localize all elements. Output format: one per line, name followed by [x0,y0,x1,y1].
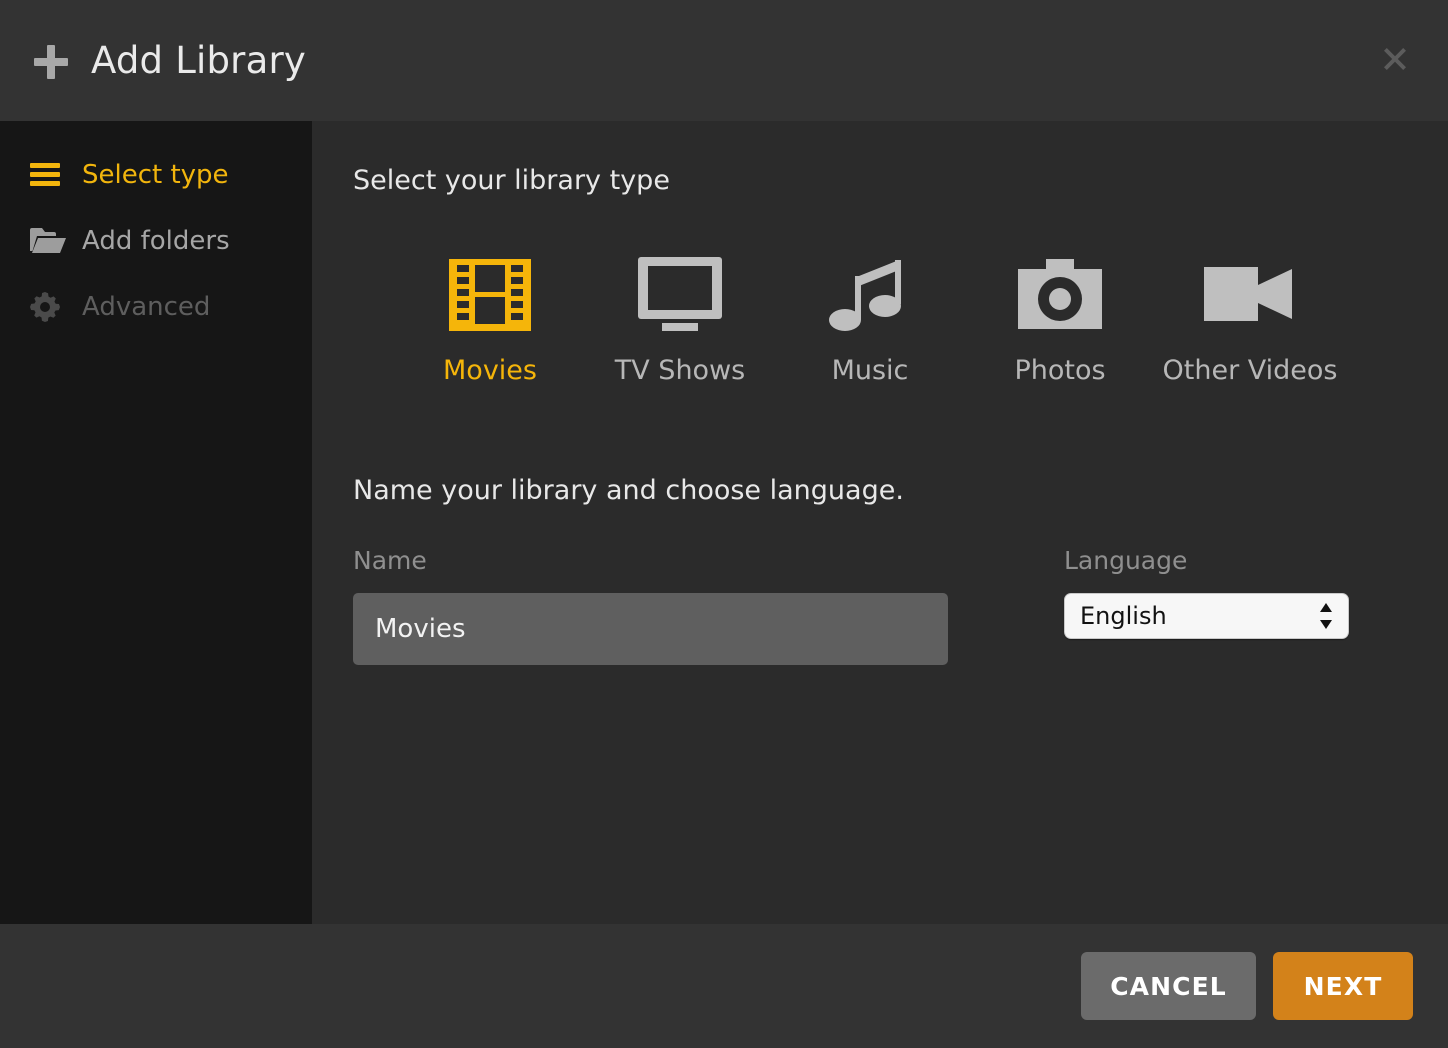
language-field-group: Language English [1064,548,1349,639]
film-strip-icon [449,252,531,338]
dialog-title: Add Library [91,39,306,82]
sidebar-item-advanced[interactable]: Advanced [0,274,312,340]
name-field-group: Name [353,548,1005,665]
library-type-label: Movies [443,355,537,386]
library-type-label: TV Shows [614,355,746,386]
name-library-heading: Name your library and choose language. [353,475,904,506]
language-field-label: Language [1064,546,1188,575]
music-note-icon [829,252,911,338]
camera-icon [1016,252,1104,338]
sidebar-item-label: Advanced [82,292,211,322]
hamburger-icon [30,163,68,187]
library-type-movies[interactable]: Movies [395,252,585,384]
library-type-other-videos[interactable]: Other Videos [1155,252,1345,384]
next-button[interactable]: NEXT [1273,952,1413,1020]
library-type-options: Movies TV Shows Music Photos Other Video… [353,252,1448,384]
name-language-section: Name your library and choose language. N… [353,477,1448,665]
library-type-label: Other Videos [1162,355,1338,386]
language-select-value[interactable]: English [1064,593,1349,639]
name-field-label: Name [353,546,427,575]
television-icon [634,252,726,338]
close-icon[interactable] [1376,40,1414,78]
language-select[interactable]: English [1064,593,1349,639]
name-language-form: Name Language English [353,548,1448,665]
sidebar-item-select-type[interactable]: Select type [0,142,312,208]
select-type-heading: Select your library type [353,165,670,196]
library-type-tv-shows[interactable]: TV Shows [585,252,775,384]
sidebar-item-label: Select type [82,160,229,190]
sidebar-item-label: Add folders [82,226,230,256]
folder-open-icon [30,227,68,255]
library-type-photos[interactable]: Photos [965,252,1155,384]
gear-icon [30,292,68,322]
plus-icon [34,44,68,79]
add-library-dialog: Add Library Select type Add folders Adva… [0,0,1448,1048]
dialog-sidebar: Select type Add folders Advanced [0,121,312,924]
library-type-label: Music [831,355,909,386]
chevron-updown-icon [1319,602,1333,630]
library-name-input[interactable] [353,593,948,665]
cancel-button[interactable]: CANCEL [1081,952,1256,1020]
video-camera-icon [1204,252,1296,338]
dialog-header: Add Library [0,0,1448,121]
library-type-label: Photos [1014,355,1106,386]
dialog-main-content: Select your library type Movies TV Shows… [312,121,1448,924]
sidebar-item-add-folders[interactable]: Add folders [0,208,312,274]
dialog-body: Select type Add folders Advanced Select … [0,121,1448,924]
dialog-footer: CANCEL NEXT [0,924,1448,1048]
library-type-music[interactable]: Music [775,252,965,384]
